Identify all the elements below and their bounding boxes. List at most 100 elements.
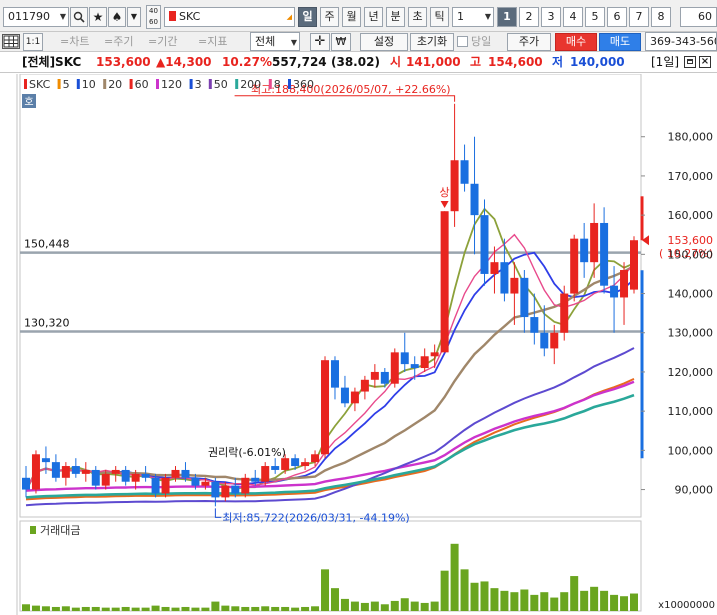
chart-number-8[interactable]: 8 — [651, 7, 671, 27]
chart-number-5[interactable]: 5 — [585, 7, 605, 27]
volume-bar — [301, 606, 310, 611]
period-second-button[interactable]: 초 — [408, 7, 427, 27]
volume-bar — [400, 598, 409, 611]
volume-bar — [570, 576, 579, 611]
chart-number-6[interactable]: 6 — [607, 7, 627, 27]
candlestick-chart[interactable]: 150,448 130,320 최고:188,400(2026/05/07, +2… — [0, 74, 717, 615]
volume-bar — [510, 592, 519, 611]
sell-button[interactable]: 매도 — [599, 33, 641, 51]
account-field[interactable]: 369-343-560 — [645, 32, 717, 51]
chart-area[interactable]: 150,448 130,320 최고:188,400(2026/05/07, +2… — [0, 74, 717, 615]
star-icon[interactable]: ★ — [89, 7, 107, 27]
period-week-button[interactable]: 주 — [320, 7, 339, 27]
volume-bar — [201, 607, 210, 611]
chart-number-4[interactable]: 4 — [563, 7, 583, 27]
legend-swatch — [288, 79, 291, 89]
reset-button[interactable]: 초기화 — [410, 33, 454, 51]
chart-number-2[interactable]: 2 — [519, 7, 539, 27]
candle-body — [181, 469, 190, 478]
legend-swatch — [208, 79, 212, 89]
chart-number-7[interactable]: 7 — [629, 7, 649, 27]
won-icon[interactable]: ₩ — [331, 33, 351, 51]
volume-bar — [470, 582, 479, 611]
period-tick-button[interactable]: 틱 — [430, 7, 449, 27]
period-minute-button[interactable]: 분 — [386, 7, 405, 27]
candle-body — [151, 477, 160, 494]
legend-label: 60 — [135, 78, 149, 91]
ratio-button[interactable]: 1:1 — [23, 33, 43, 51]
count-input[interactable]: 60 — [680, 7, 717, 27]
buy-button[interactable]: 매수 — [555, 33, 597, 51]
same-day-label: 당일 — [471, 35, 492, 48]
volume-bar — [131, 607, 140, 611]
volume-bar — [121, 606, 130, 611]
candle-body — [380, 371, 389, 384]
scope-select[interactable]: 전체 ▼ — [250, 32, 300, 51]
volume-bar — [460, 569, 469, 611]
volume-bar — [261, 606, 270, 611]
period-day-button[interactable]: 일 — [298, 7, 317, 27]
cycle-tool-button[interactable]: =주기 — [104, 32, 133, 51]
volume-bar — [91, 606, 100, 611]
legend-label: 5 — [63, 78, 70, 91]
price-change-percent: 10.27% — [222, 55, 272, 69]
volume-bar — [550, 597, 559, 611]
price-tick-label: 120,000 — [668, 366, 714, 379]
legend-swatch — [156, 79, 159, 89]
period-month-button[interactable]: 월 — [342, 7, 361, 27]
volume-bar — [500, 590, 509, 611]
volume-bar — [251, 606, 260, 611]
volume-ratio: (38.02) — [331, 55, 380, 69]
switch-40-60-icon[interactable]: 40 60 — [146, 5, 161, 29]
candle-body — [201, 481, 210, 486]
search-icon[interactable] — [70, 7, 88, 27]
stock-name-field[interactable]: SKC ◢ — [164, 7, 295, 27]
chevron-down-icon[interactable]: ▼ — [127, 7, 141, 27]
period-year-button[interactable]: 년 — [364, 7, 383, 27]
same-day-checkbox[interactable] — [457, 36, 468, 47]
candle-body — [41, 458, 50, 463]
chart-tool-button[interactable]: =차트 — [60, 32, 89, 51]
candle-body — [31, 454, 40, 490]
candle-body — [330, 360, 339, 388]
min-price-annotation: 최저:85,722(2026/03/31, -44.19%) — [222, 511, 409, 524]
legend-swatch — [129, 79, 133, 89]
crosshair-icon[interactable]: ✛ — [310, 33, 330, 51]
candle-body — [291, 458, 300, 467]
volume-bar — [380, 604, 389, 611]
period-tag: [1일] — [651, 55, 680, 69]
legend-label: 200 — [240, 78, 261, 91]
legend-swatch — [76, 79, 80, 89]
volume-bar — [291, 607, 300, 611]
volume-bar — [420, 602, 429, 611]
candle-body — [460, 160, 469, 184]
volume-bar — [271, 606, 280, 611]
candle-body — [600, 222, 609, 286]
volume-bar — [600, 590, 609, 611]
indicator-tool-button[interactable]: =지표 — [198, 32, 227, 51]
chart-number-3[interactable]: 3 — [541, 7, 561, 27]
maximize-icon[interactable] — [684, 56, 696, 68]
candle-body — [590, 222, 599, 263]
price-tick-label: 170,000 — [668, 170, 714, 183]
price-add-button[interactable]: 주가 — [507, 33, 551, 51]
candle-body — [400, 352, 409, 365]
candle-body — [490, 262, 499, 274]
stock-code-input[interactable]: 011790 ▼ — [3, 7, 69, 27]
open-price: 141,000 — [406, 55, 461, 69]
period-value-select[interactable]: 1 ▼ — [452, 7, 494, 27]
candle-body — [610, 285, 619, 298]
legend-label: 20 — [108, 78, 122, 91]
sub-toolbar: 1:1 =차트 =주기 =기간 =지표 전체 ▼ ✛ ₩ 설정 초기화 당일 주… — [0, 32, 717, 52]
settings-button[interactable]: 설정 — [360, 33, 408, 51]
volume-bar — [81, 606, 90, 611]
chart-number-1[interactable]: 1 — [497, 7, 517, 27]
spade-icon[interactable]: ♠ — [108, 7, 126, 27]
close-icon[interactable]: × — [699, 56, 711, 68]
range-tool-button[interactable]: =기간 — [148, 32, 177, 51]
price-tick-label: 160,000 — [668, 209, 714, 222]
high-label: 고 — [470, 55, 482, 69]
grid-icon[interactable] — [2, 34, 20, 49]
scope-stock-label: [전체]SKC — [22, 55, 82, 69]
volume-bar — [241, 606, 250, 611]
